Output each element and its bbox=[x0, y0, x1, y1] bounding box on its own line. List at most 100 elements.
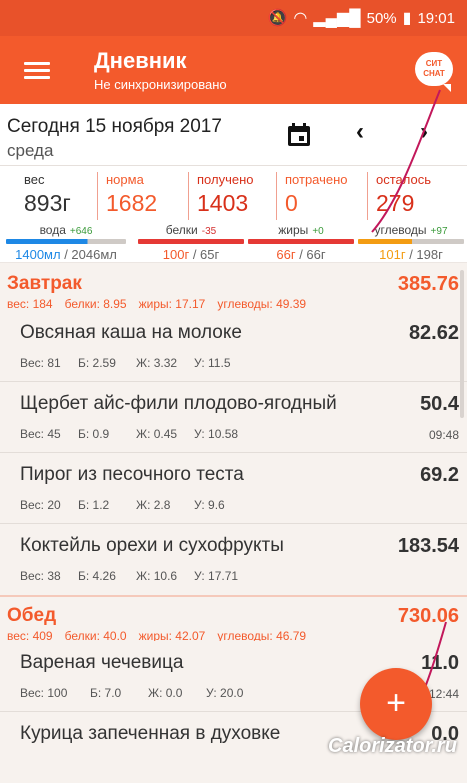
weekday-label: среда bbox=[7, 141, 54, 160]
food-kcal: 82.62 bbox=[408, 322, 459, 344]
food-protein: Б: 4.26 bbox=[78, 569, 116, 583]
signal-icon: ▂▄▆█ bbox=[313, 10, 361, 27]
food-name: Вареная чечевица bbox=[20, 652, 184, 673]
wifi-icon: ◠ bbox=[293, 10, 308, 27]
macro-carbs: углеводы +97 101г / 198г bbox=[358, 223, 464, 262]
food-item[interactable]: Коктейль орехи и сухофрукты 183.54 Вес: … bbox=[0, 524, 467, 595]
stat-value: 0 bbox=[285, 190, 298, 216]
macro-delta: -35 bbox=[201, 226, 217, 237]
stat-spent: потрачено 0 bbox=[276, 172, 348, 220]
stat-value: 1403 bbox=[197, 190, 249, 216]
food-meta: Вес: 81 Б: 2.59 Ж: 3.32 У: 11.5 bbox=[20, 356, 231, 370]
stat-label: норма bbox=[106, 172, 144, 187]
macro-norm: / 2046мл bbox=[64, 247, 117, 262]
status-bar: 🔕 ◠ ▂▄▆█ 50% ▮ 19:01 bbox=[0, 0, 467, 36]
macro-norm: / 66г bbox=[299, 247, 326, 262]
food-protein: Б: 0.9 bbox=[78, 427, 110, 441]
stat-weight: вес 893г bbox=[16, 172, 71, 220]
food-name: Коктейль орехи и сухофрукты bbox=[20, 535, 284, 556]
food-meta: Вес: 45 Б: 0.9 Ж: 0.45 У: 10.58 bbox=[20, 427, 238, 441]
macro-label: вода bbox=[39, 223, 66, 237]
macro-water: вода +646 1400мл / 2046мл bbox=[6, 223, 126, 262]
food-fat: Ж: 3.32 bbox=[136, 356, 178, 370]
macro-value: 1400мл bbox=[15, 247, 61, 262]
food-kcal: 11.0 bbox=[421, 652, 459, 674]
food-fat: Ж: 2.8 bbox=[136, 498, 171, 512]
chat-icon-text-2: CHAT bbox=[423, 69, 445, 78]
macro-value: 66г bbox=[276, 247, 296, 262]
macro-value: 101г bbox=[379, 247, 406, 262]
macro-delta: +0 bbox=[312, 226, 324, 237]
clock: 19:01 bbox=[417, 9, 455, 27]
food-meta: Вес: 38 Б: 4.26 Ж: 10.6 У: 17.71 bbox=[20, 569, 238, 583]
macro-bar bbox=[138, 239, 244, 244]
watermark: Calorizator.ru bbox=[328, 735, 457, 757]
stat-norm: норма 1682 bbox=[97, 172, 157, 220]
macro-norm: / 198г bbox=[409, 247, 443, 262]
food-carbs: У: 20.0 bbox=[206, 686, 244, 700]
add-food-button[interactable]: + bbox=[360, 668, 432, 740]
scrollbar[interactable] bbox=[460, 270, 464, 418]
food-meta: Вес: 20 Б: 1.2 Ж: 2.8 У: 9.6 bbox=[20, 498, 225, 512]
stat-label: получено bbox=[197, 172, 254, 187]
food-fat: Ж: 10.6 bbox=[136, 569, 178, 583]
calendar-icon[interactable] bbox=[286, 122, 312, 148]
food-name: Овсяная каша на молоке bbox=[20, 322, 242, 343]
macro-norm: / 65г bbox=[192, 247, 220, 262]
stat-label: осталось bbox=[376, 172, 432, 187]
mute-icon: 🔕 bbox=[267, 10, 288, 27]
meal-name: Обед bbox=[7, 605, 57, 626]
food-fat: Ж: 0.45 bbox=[136, 427, 178, 441]
food-carbs: У: 11.5 bbox=[194, 356, 231, 370]
macro-delta: +646 bbox=[69, 226, 93, 237]
meal-weight: вес: 184 bbox=[7, 297, 53, 311]
next-day-button[interactable]: › bbox=[420, 118, 428, 146]
food-name: Щербет айс-фили плодово-ягодный bbox=[20, 393, 337, 414]
macro-bar bbox=[358, 239, 464, 244]
app-titles: Дневник Не синхронизировано bbox=[94, 48, 227, 92]
chat-icon[interactable]: СИТ CHAT bbox=[415, 52, 453, 92]
food-item[interactable]: Пирог из песочного теста 69.2 Вес: 20 Б: … bbox=[0, 453, 467, 524]
prev-day-button[interactable]: ‹ bbox=[356, 118, 364, 146]
meal-header-lunch[interactable]: Обед 730.06 вес: 409 белки: 40.0 жиры: 42.… bbox=[0, 595, 467, 643]
macro-label: жиры bbox=[278, 223, 309, 237]
food-weight: Вес: 81 bbox=[20, 356, 61, 370]
food-weight: Вес: 100 bbox=[20, 686, 68, 700]
stat-remaining: осталось 279 bbox=[367, 172, 431, 220]
meal-name: Завтрак bbox=[7, 273, 82, 294]
food-carbs: У: 17.71 bbox=[194, 569, 239, 583]
food-time: 12:44 bbox=[428, 687, 459, 701]
food-carbs: У: 9.6 bbox=[194, 498, 225, 512]
meal-total: 385.76 bbox=[397, 273, 459, 295]
meal-total: 730.06 bbox=[397, 605, 459, 627]
macro-label: углеводы bbox=[374, 223, 427, 237]
food-carbs: У: 10.58 bbox=[194, 427, 239, 441]
date-label: Сегодня 15 ноября 2017 bbox=[7, 116, 222, 137]
meal-fat: жиры: 17.17 bbox=[138, 297, 206, 311]
macro-value: 100г bbox=[162, 247, 190, 262]
food-protein: Б: 2.59 bbox=[78, 356, 116, 370]
daily-summary: вес 893г норма 1682 получено 1403 потрач… bbox=[0, 166, 467, 263]
macro-label: белки bbox=[165, 223, 198, 237]
food-kcal: 69.2 bbox=[420, 464, 459, 486]
sync-status: Не синхронизировано bbox=[94, 77, 227, 92]
meal-header-breakfast[interactable]: Завтрак 385.76 вес: 184 белки: 8.95 жиры: … bbox=[0, 265, 467, 311]
stat-value: 893г bbox=[24, 190, 71, 216]
app-bar: Дневник Не синхронизировано СИТ CHAT bbox=[0, 36, 467, 104]
menu-icon[interactable] bbox=[24, 58, 50, 83]
stat-received: получено 1403 bbox=[188, 172, 253, 220]
stat-value: 1682 bbox=[106, 190, 158, 216]
battery-percent: 50% bbox=[366, 9, 397, 27]
food-kcal: 183.54 bbox=[397, 535, 459, 557]
food-item[interactable]: Щербет айс-фили плодово-ягодный 50.4 Вес… bbox=[0, 382, 467, 453]
food-protein: Б: 1.2 bbox=[78, 498, 110, 512]
food-weight: Вес: 38 bbox=[20, 569, 61, 583]
stat-label: вес bbox=[24, 172, 45, 187]
food-name: Пирог из песочного теста bbox=[20, 464, 244, 485]
meal-carbs: углеводы: 49.39 bbox=[217, 297, 307, 311]
stat-value: 279 bbox=[376, 190, 415, 216]
food-item[interactable]: Овсяная каша на молоке 82.62 Вес: 81 Б: 2… bbox=[0, 311, 467, 382]
food-time: 09:48 bbox=[428, 428, 459, 442]
macro-protein: белки -35 100г / 65г bbox=[138, 223, 244, 262]
food-kcal: 50.4 bbox=[420, 393, 459, 415]
